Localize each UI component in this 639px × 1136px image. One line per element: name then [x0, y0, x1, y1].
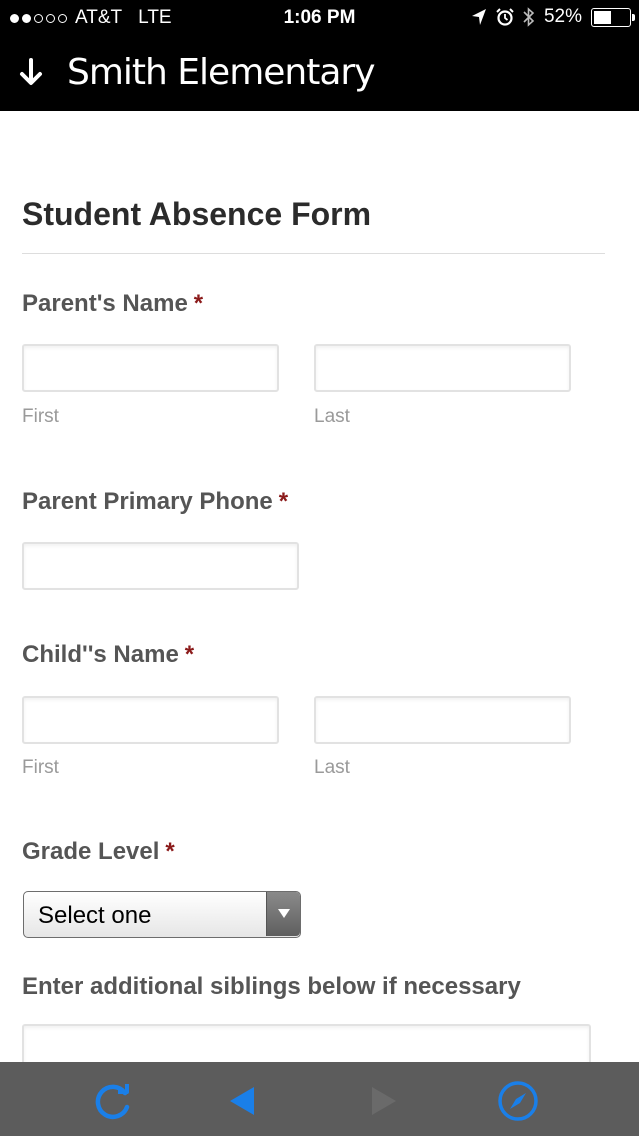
- chevron-down-icon[interactable]: [266, 892, 300, 936]
- child-name-label: Child''s Name *: [22, 641, 195, 668]
- grade-level-value: Select one: [38, 902, 152, 929]
- parent-first-sublabel: First: [22, 406, 59, 427]
- parent-phone-label: Parent Primary Phone *: [22, 488, 289, 515]
- back-icon[interactable]: [228, 1085, 256, 1117]
- status-right: 52%: [471, 6, 635, 28]
- battery-level: [594, 10, 611, 24]
- title-divider: [22, 253, 605, 254]
- required-mark: *: [165, 838, 175, 865]
- status-bar: AT&T LTE 1:06 PM 52%: [0, 0, 639, 36]
- app-title: Smith Elementary: [67, 52, 376, 93]
- battery-icon: [591, 7, 635, 27]
- child-first-name-input[interactable]: [22, 696, 279, 744]
- form-title: Student Absence Form: [22, 196, 372, 232]
- download-arrow-icon[interactable]: [17, 56, 45, 90]
- alarm-icon: [496, 8, 514, 26]
- required-mark: *: [193, 290, 204, 317]
- child-last-name-input[interactable]: [314, 696, 571, 744]
- grade-level-label: Grade Level *: [22, 838, 175, 865]
- required-mark: *: [278, 488, 289, 515]
- parent-last-sublabel: Last: [314, 406, 350, 427]
- reload-icon[interactable]: [93, 1081, 133, 1121]
- app-header: Smith Elementary: [0, 36, 639, 111]
- grade-level-select[interactable]: Select one: [23, 891, 301, 938]
- location-arrow-icon: [471, 9, 486, 25]
- browser-toolbar: [0, 1062, 639, 1136]
- parent-name-label: Parent's Name *: [22, 290, 204, 317]
- parent-last-name-input[interactable]: [314, 344, 571, 392]
- compass-icon[interactable]: [496, 1079, 540, 1123]
- parent-first-name-input[interactable]: [22, 344, 279, 392]
- forward-icon: [372, 1087, 396, 1115]
- bluetooth-icon: [523, 7, 535, 27]
- parent-phone-input[interactable]: [22, 542, 299, 590]
- child-last-sublabel: Last: [314, 757, 350, 778]
- battery-percent: 52%: [543, 6, 582, 27]
- required-mark: *: [184, 641, 195, 668]
- siblings-label: Enter additional siblings below if neces…: [22, 973, 521, 1000]
- child-first-sublabel: First: [22, 757, 59, 778]
